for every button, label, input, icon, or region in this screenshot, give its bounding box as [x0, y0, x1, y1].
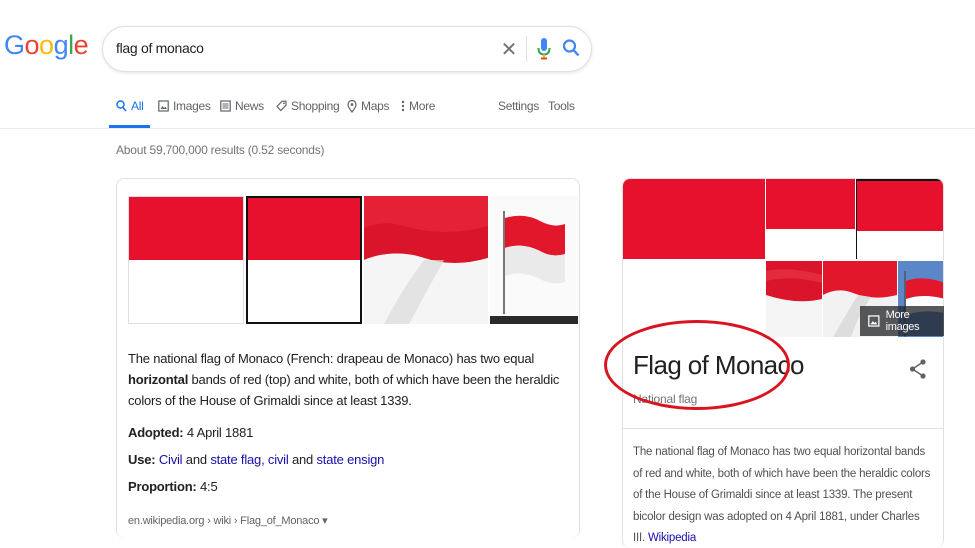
- tab-label: Images: [173, 99, 211, 113]
- flag-white-band: [248, 260, 360, 322]
- state-flag-link[interactable]: state flag, civil: [210, 452, 288, 467]
- tab-all[interactable]: All: [116, 99, 144, 113]
- tab-label: News: [235, 99, 264, 113]
- civil-link[interactable]: Civil: [159, 452, 183, 467]
- tools-link[interactable]: Tools: [548, 99, 575, 113]
- logo-letter: o: [24, 30, 40, 60]
- kp-description: The national flag of Monaco has two equa…: [633, 442, 933, 548]
- snippet-description: The national flag of Monaco (French: dra…: [128, 348, 568, 411]
- google-logo[interactable]: Google: [4, 30, 89, 61]
- more-images-button[interactable]: More images: [860, 306, 944, 336]
- map-pin-icon: [347, 99, 357, 113]
- search-icon: [116, 100, 127, 112]
- kp-flag-thumbnail[interactable]: [856, 179, 943, 261]
- tools-label: Tools: [548, 99, 575, 113]
- desc-text: bands of red (top) and white, both of wh…: [128, 372, 560, 408]
- fact-text: and: [185, 452, 207, 467]
- news-icon: [220, 100, 231, 112]
- kebab-icon: [401, 100, 405, 112]
- search-icon[interactable]: [562, 38, 580, 58]
- fact-label: Proportion:: [128, 479, 197, 494]
- kp-flag-thumbnail[interactable]: [766, 261, 822, 337]
- state-ensign-link[interactable]: state ensign: [317, 452, 385, 467]
- flag-image-thumbnail[interactable]: [128, 196, 244, 324]
- fact-value: 4 April 1881: [186, 425, 254, 440]
- image-icon: [158, 100, 169, 112]
- flag-red-band: [129, 197, 243, 260]
- fact-use: Use: Civil and state flag, civil and sta…: [128, 452, 384, 467]
- fact-value: 4:5: [200, 479, 218, 494]
- result-stats: About 59,700,000 results (0.52 seconds): [116, 143, 325, 157]
- logo-letter: g: [53, 30, 69, 60]
- fact-label: Adopted:: [128, 425, 184, 440]
- flag-white-band: [766, 229, 855, 259]
- flag-white-band: [129, 260, 243, 323]
- tab-news[interactable]: News: [220, 99, 264, 113]
- fact-label: Use:: [128, 452, 156, 467]
- kp-flag-thumbnail[interactable]: [766, 179, 855, 259]
- tab-more[interactable]: More: [401, 99, 435, 113]
- flag-image-thumbnail[interactable]: [246, 196, 362, 324]
- flag-red-band: [248, 198, 360, 260]
- tab-shopping[interactable]: Shopping: [276, 99, 340, 113]
- search-divider: [526, 36, 527, 62]
- tab-label: Shopping: [291, 99, 340, 113]
- settings-label: Settings: [498, 99, 539, 113]
- kp-divider: [623, 428, 943, 429]
- flag-white-band: [857, 231, 943, 261]
- fact-adopted: Adopted: 4 April 1881: [128, 425, 253, 440]
- tag-icon: [276, 100, 287, 112]
- tab-label: All: [131, 99, 144, 113]
- kp-main-flag-image[interactable]: [623, 179, 765, 337]
- header-divider: [0, 128, 975, 129]
- annotation-circle: [604, 320, 790, 410]
- flag-red-band: [857, 181, 943, 231]
- clear-icon[interactable]: ✕: [500, 37, 518, 62]
- source-url[interactable]: en.wikipedia.org › wiki › Flag_of_Monaco…: [128, 514, 328, 527]
- fact-proportion: Proportion: 4:5: [128, 479, 218, 494]
- flag-on-pole-image[interactable]: [490, 196, 578, 324]
- microphone-icon[interactable]: [536, 37, 552, 61]
- logo-letter: o: [39, 30, 54, 60]
- desc-highlight: horizontal: [128, 372, 189, 387]
- settings-link[interactable]: Settings: [498, 99, 539, 113]
- tab-images[interactable]: Images: [158, 99, 211, 113]
- tab-label: More: [409, 99, 436, 113]
- tab-label: Maps: [361, 99, 390, 113]
- more-images-label: More images: [885, 309, 920, 333]
- image-icon: [868, 315, 880, 327]
- logo-letter: G: [4, 30, 25, 60]
- search-input[interactable]: flag of monaco: [116, 40, 204, 56]
- fact-text: and: [291, 452, 314, 467]
- kp-desc-text: The national flag of Monaco has two equa…: [633, 446, 931, 544]
- logo-letter: e: [73, 30, 89, 60]
- desc-text: The national flag of Monaco (French: dra…: [128, 351, 535, 366]
- tab-maps[interactable]: Maps: [347, 99, 389, 113]
- flag-red-band: [623, 179, 765, 259]
- waving-flag-image[interactable]: [364, 196, 488, 324]
- flag-red-band: [766, 179, 855, 229]
- share-icon[interactable]: [908, 358, 928, 380]
- wikipedia-link[interactable]: Wikipedia: [648, 532, 696, 544]
